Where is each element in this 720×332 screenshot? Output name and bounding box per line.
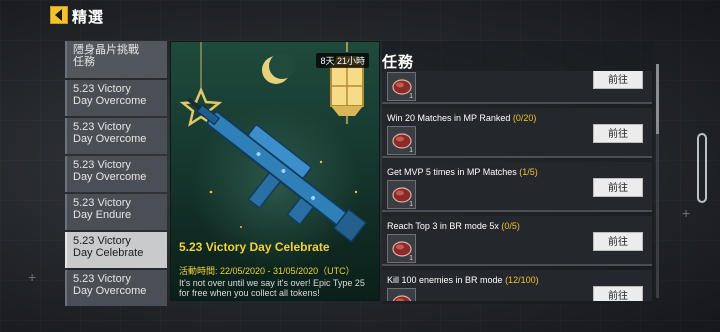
task-row: 1 前往: [382, 71, 652, 104]
reward-quantity: 1: [409, 93, 413, 100]
reward-quantity: 1: [409, 201, 413, 208]
reward-slot[interactable]: 1: [387, 288, 416, 301]
scroll-thumb[interactable]: [656, 64, 659, 134]
sidebar-item-overcome[interactable]: 5.23 Victory Day Overcome: [65, 118, 167, 154]
sidebar-item-label: 任務: [73, 56, 95, 68]
event-date: 活動時間: 22/05/2020 - 31/05/2020（UTC）: [179, 266, 355, 276]
plus-icon: +: [28, 269, 37, 285]
sidebar-item-label: Day Celebrate: [73, 247, 144, 259]
task-description: Kill 100 enemies in BR mode: [387, 275, 506, 285]
reward-slot[interactable]: 1: [387, 234, 416, 263]
go-button[interactable]: 前往: [593, 232, 643, 251]
task-list[interactable]: 1 前往 Win 20 Matches in MP Ranked (0/20) …: [382, 71, 654, 301]
back-button[interactable]: [50, 6, 68, 24]
sidebar-item-label: 5.23 Victory: [73, 121, 131, 133]
event-timer: 8天 21小時: [316, 53, 369, 68]
reward-quantity: 1: [409, 147, 413, 154]
task-name: Reach Top 3 in BR mode 5x (0/5): [387, 221, 520, 231]
sidebar-item-label: 5.23 Victory: [73, 83, 131, 95]
event-banner: 8天 21小時 5.23 Victory Day Celebrate 活動時間:…: [170, 41, 380, 301]
tasks-panel: 任務 1 前往 Win 20 Matches in MP Ranked (0/2…: [382, 41, 654, 304]
task-row: Kill 100 enemies in BR mode (12/100) 1 前…: [382, 270, 652, 301]
go-button[interactable]: 前往: [593, 286, 643, 301]
task-progress: (0/5): [501, 221, 520, 231]
task-progress: (0/20): [512, 113, 537, 123]
task-name: Win 20 Matches in MP Ranked (0/20): [387, 113, 536, 123]
banner-art: [179, 42, 368, 243]
sidebar-item-endure[interactable]: 5.23 Victory Day Endure: [65, 194, 167, 230]
tasks-title: 任務: [382, 54, 415, 71]
page-title: 精選: [72, 9, 105, 26]
sidebar-item-label: Day Endure: [73, 209, 132, 221]
plus-icon: +: [682, 205, 691, 221]
crescent-moon-icon: [262, 53, 295, 84]
sidebar-item-label: Day Overcome: [73, 133, 147, 145]
sidebar-item-label: 5.23 Victory: [73, 197, 131, 209]
sidebar-item-label: Day Overcome: [73, 171, 147, 183]
task-progress: (1/5): [519, 167, 538, 177]
back-arrow-icon: [50, 6, 68, 24]
go-button[interactable]: 前往: [593, 124, 643, 143]
sidebar-item-overcome[interactable]: 5.23 Victory Day Overcome: [65, 156, 167, 192]
event-sidebar: 隱身晶片挑戰 任務 5.23 Victory Day Overcome 5.23…: [65, 41, 167, 308]
sidebar-item-label: 5.23 Victory: [73, 273, 131, 285]
go-button[interactable]: 前往: [593, 178, 643, 197]
reward-slot[interactable]: 1: [387, 72, 416, 101]
sidebar-item-label: 5.23 Victory: [73, 235, 131, 247]
go-button[interactable]: 前往: [593, 71, 643, 89]
task-row: Get MVP 5 times in MP Matches (1/5) 1 前往: [382, 162, 652, 212]
sidebar-item-overcome[interactable]: 5.23 Victory Day Overcome: [65, 270, 167, 306]
task-row: Reach Top 3 in BR mode 5x (0/5) 1 前往: [382, 216, 652, 266]
reward-quantity: 1: [409, 255, 413, 262]
task-row: Win 20 Matches in MP Ranked (0/20) 1 前往: [382, 108, 652, 158]
sidebar-item-label: 隱身晶片挑戰: [73, 44, 139, 56]
task-progress: (12/100): [505, 275, 539, 285]
task-name: Kill 100 enemies in BR mode (12/100): [387, 275, 539, 285]
reward-slot[interactable]: 1: [387, 126, 416, 155]
sidebar-item-stealth-chip[interactable]: 隱身晶片挑戰 任務: [65, 41, 167, 78]
sidebar-item-label: 5.23 Victory: [73, 159, 131, 171]
sidebar-item-label: Day Overcome: [73, 95, 147, 107]
task-description: Get MVP 5 times in MP Matches: [387, 167, 520, 177]
sidebar-item-celebrate[interactable]: 5.23 Victory Day Celebrate: [65, 232, 167, 268]
token-icon: [392, 295, 412, 301]
task-description: Win 20 Matches in MP Ranked: [387, 113, 513, 123]
sidebar-item-overcome[interactable]: 5.23 Victory Day Overcome: [65, 80, 167, 116]
event-description: It's not over until we say it's over! Ep…: [179, 278, 365, 298]
reward-slot[interactable]: 1: [387, 180, 416, 209]
sidebar-item-label: Day Overcome: [73, 285, 147, 297]
task-name: Get MVP 5 times in MP Matches (1/5): [387, 167, 538, 177]
event-title: 5.23 Victory Day Celebrate: [179, 240, 330, 254]
task-scrollbar[interactable]: [656, 64, 659, 298]
task-description: Reach Top 3 in BR mode 5x: [387, 221, 502, 231]
side-handle[interactable]: [697, 133, 707, 203]
